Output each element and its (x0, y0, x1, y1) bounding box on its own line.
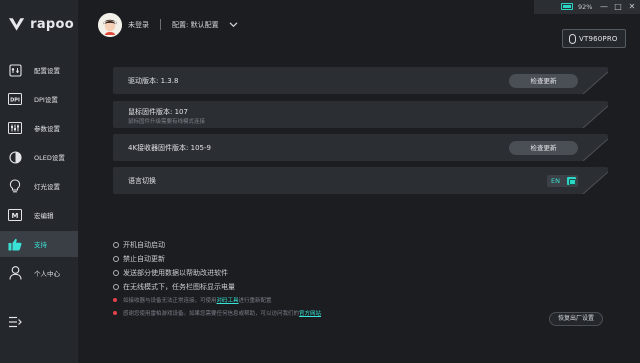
mouse-firmware-label: 鼠标固件版本: 107 (128, 108, 188, 116)
chevron-down-icon[interactable] (229, 20, 238, 29)
sidebar-item-support[interactable]: 支持 (0, 231, 78, 257)
mouse-firmware-row: 鼠标固件版本: 107 鼠标固件升级需要有线模式连接 (113, 101, 608, 128)
row-accent-decoration (582, 105, 608, 128)
brand-name: rapoo (30, 16, 74, 32)
language-label: 语言切换 (128, 177, 156, 185)
sidebar-item-label: 宏编辑 (34, 212, 54, 220)
radio-icon[interactable] (113, 256, 119, 262)
close-button[interactable]: ✕ (626, 1, 638, 12)
battery-icon (561, 3, 573, 10)
sidebar-item-label: 个人中心 (34, 270, 60, 278)
parameters-icon (8, 121, 22, 135)
sidebar-item-label: OLED设置 (34, 154, 65, 162)
factory-reset-button[interactable]: 恢复出厂设置 (549, 312, 603, 326)
sidebar-item-oled[interactable]: OLED设置 (0, 144, 78, 170)
warning-dot-icon (113, 298, 117, 302)
sidebar-item-label: DPI设置 (34, 96, 58, 104)
sidebar-item-macro[interactable]: M 宏编辑 (0, 202, 78, 228)
sidebar-item-profile-settings[interactable]: 配置设置 (0, 57, 78, 83)
pairing-note-suffix: 进行重新配置 (238, 298, 272, 304)
battery-percent: 92% (578, 3, 593, 11)
svg-text:M: M (12, 212, 19, 220)
mouse-firmware-hint: 鼠标固件升级需要有线模式连接 (128, 119, 206, 125)
sidebar-item-lighting[interactable]: 灯光设置 (0, 173, 78, 199)
radio-icon[interactable] (113, 284, 119, 290)
lightbulb-icon (8, 179, 22, 193)
brand-logo: rapoo (8, 12, 74, 36)
thumbs-up-icon (8, 237, 22, 251)
row-accent-decoration (582, 138, 608, 161)
pairing-tool-link[interactable]: 对码工具 (217, 296, 239, 304)
option-label: 在无线模式下，任务栏图标显示电量 (123, 283, 235, 291)
avatar-character-icon (98, 13, 122, 37)
rapoo-logo-icon (8, 18, 25, 31)
minimize-button[interactable]: — (598, 1, 610, 12)
driver-version-label: 驱动版本: 1.3.8 (128, 77, 179, 85)
pairing-note-prefix: 如接收器与设备无法正常连接，可使用 (123, 298, 217, 304)
option-send-usage-data[interactable]: 发送部分使用数据以帮助改进软件 (113, 268, 228, 278)
option-label: 发送部分使用数据以帮助改进软件 (123, 269, 228, 277)
device-model-badge[interactable]: VT960PRO (562, 29, 626, 48)
maximize-button[interactable]: □ (612, 1, 624, 12)
sidebar-item-label: 灯光设置 (34, 183, 60, 191)
radio-icon[interactable] (113, 242, 119, 248)
sidebar-item-parameters[interactable]: 参数设置 (0, 115, 78, 141)
sidebar-item-label: 配置设置 (34, 67, 60, 75)
option-disable-auto-update[interactable]: 禁止自动更新 (113, 254, 165, 264)
help-note: 感谢您使用雷柏游戏设备。如果您需要任何信息或帮助，可以访问我们的 官方网站 (113, 309, 321, 317)
language-row: 语言切换 EN (113, 167, 608, 194)
mouse-icon (569, 33, 576, 44)
menu-collapse-icon[interactable] (8, 316, 22, 328)
dpi-icon: DPI (8, 92, 22, 106)
option-auto-start[interactable]: 开机自动启动 (113, 240, 165, 250)
receiver-firmware-label: 4K接收器固件版本: 105-9 (128, 144, 211, 152)
oled-icon (8, 150, 22, 164)
user-icon (8, 266, 22, 280)
login-status[interactable]: 未登录 (128, 20, 149, 30)
warning-dot-icon (113, 311, 117, 315)
sidebar-item-label: 参数设置 (34, 125, 60, 133)
avatar[interactable] (98, 13, 122, 37)
svg-text:DPI: DPI (10, 97, 20, 103)
profile-selector-label[interactable]: 配置: 默认配置 (172, 20, 219, 30)
sidebar-item-label: 支持 (34, 241, 47, 249)
macro-icon: M (8, 208, 22, 222)
row-accent-decoration (582, 171, 608, 194)
driver-version-row: 驱动版本: 1.3.8 检查更新 (113, 67, 608, 94)
official-website-link[interactable]: 官方网站 (299, 309, 321, 317)
row-accent-decoration (582, 71, 608, 94)
receiver-firmware-row: 4K接收器固件版本: 105-9 检查更新 (113, 134, 608, 161)
option-label: 禁止自动更新 (123, 255, 165, 263)
settings-sliders-icon (8, 63, 22, 77)
help-note-prefix: 感谢您使用雷柏游戏设备。如果您需要任何信息或帮助，可以访问我们的 (123, 311, 300, 317)
sidebar: rapoo 配置设置 DPI DPI设置 参数设置 OLED设置 灯光设置 M (0, 0, 78, 363)
header-divider (160, 19, 161, 30)
pairing-note: 如接收器与设备无法正常连接，可使用 对码工具 进行重新配置 (113, 296, 272, 304)
option-label: 开机自动启动 (123, 241, 165, 249)
radio-icon[interactable] (113, 270, 119, 276)
device-model: VT960PRO (579, 34, 618, 43)
sidebar-item-dpi[interactable]: DPI DPI设置 (0, 86, 78, 112)
option-tray-battery[interactable]: 在无线模式下，任务栏图标显示电量 (113, 282, 235, 292)
sidebar-item-user-center[interactable]: 个人中心 (0, 260, 78, 286)
